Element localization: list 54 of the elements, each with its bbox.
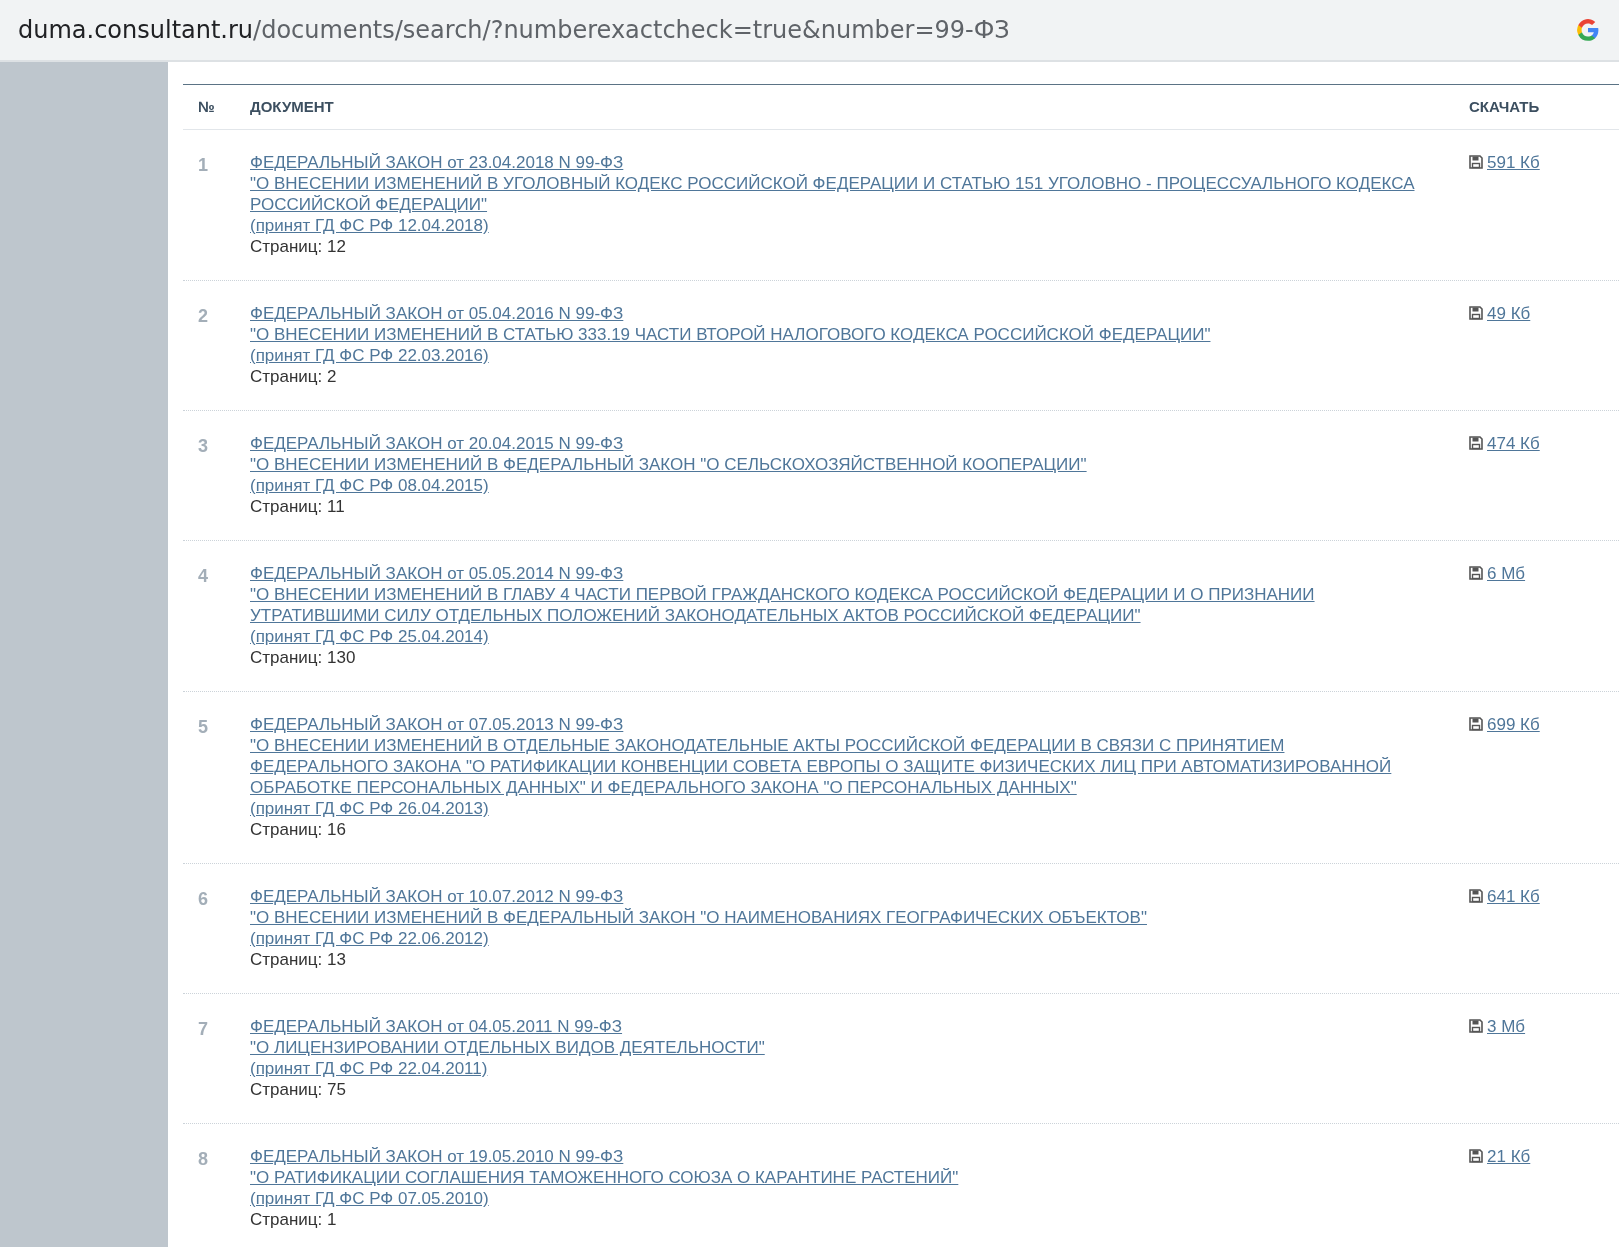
download-link[interactable]: 6 Мб xyxy=(1487,564,1526,583)
page-count: Страниц: 1 xyxy=(250,1209,337,1230)
column-header: СКАЧАТЬ xyxy=(1469,98,1540,115)
document-title-link[interactable]: ФЕДЕРАЛЬНЫЙ ЗАКОН от 05.04.2016 N 99-ФЗ xyxy=(250,303,624,324)
download-link[interactable]: 49 Кб xyxy=(1487,304,1531,323)
row-number: 8 xyxy=(198,1148,208,1170)
download-link[interactable]: 474 Кб xyxy=(1487,434,1540,453)
google-g-icon[interactable] xyxy=(1575,17,1601,43)
page-count: Страниц: 11 xyxy=(250,496,345,517)
address-bar[interactable]: duma.consultant.ru/documents/search/?numberexactcheck=true&number=99-ФЗ xyxy=(0,0,1619,62)
document-title-link[interactable]: ФЕДЕРАЛЬНЫЙ ЗАКОН от 05.05.2014 N 99-ФЗ xyxy=(250,563,624,584)
row-number: 1 xyxy=(198,154,208,176)
download-link[interactable]: 21 Кб xyxy=(1487,1147,1531,1166)
page-count: Страниц: 16 xyxy=(250,819,346,840)
adoption-date-link[interactable]: (принят ГД ФС РФ 22.06.2012) xyxy=(250,928,489,949)
adoption-date-link[interactable]: (принят ГД ФС РФ 07.05.2010) xyxy=(250,1188,489,1209)
download-link[interactable]: 3 Мб xyxy=(1487,1017,1526,1036)
document-title-link[interactable]: ФЕДЕРАЛЬНЫЙ ЗАКОН от 07.05.2013 N 99-ФЗ xyxy=(250,714,624,735)
page-count: Страниц: 2 xyxy=(250,366,337,387)
column-header: ДОКУМЕНТ xyxy=(250,98,334,115)
row-number: 7 xyxy=(198,1018,208,1040)
document-subject-link[interactable]: "О ВНЕСЕНИИ ИЗМЕНЕНИЙ В ФЕДЕРАЛЬНЫЙ ЗАКОН "О НАИМЕНОВАНИЯХ ГЕОГРАФИЧЕСКИХ ОБЪЕКТОВ" xyxy=(250,907,1147,928)
download-link[interactable]: 641 Кб xyxy=(1487,887,1540,906)
adoption-date-link[interactable]: (принят ГД ФС РФ 12.04.2018) xyxy=(250,215,489,236)
row-number: 2 xyxy=(198,305,208,327)
adoption-date-link[interactable]: (принят ГД ФС РФ 22.03.2016) xyxy=(250,345,489,366)
row-number: 3 xyxy=(198,435,208,457)
row-number: 5 xyxy=(198,716,208,738)
row-number: 6 xyxy=(198,888,208,910)
adoption-date-link[interactable]: (принят ГД ФС РФ 25.04.2014) xyxy=(250,626,489,647)
download-link[interactable]: 591 Кб xyxy=(1487,153,1540,172)
document-subject-link[interactable]: "О ВНЕСЕНИИ ИЗМЕНЕНИЙ В ФЕДЕРАЛЬНЫЙ ЗАКОН "О СЕЛЬСКОХОЗЯЙСТВЕННОЙ КООПЕРАЦИИ" xyxy=(250,454,1087,475)
column-header: № xyxy=(198,98,215,115)
document-subject-link[interactable]: "О ВНЕСЕНИИ ИЗМЕНЕНИЙ В СТАТЬЮ 333.19 ЧАСТИ ВТОРОЙ НАЛОГОВОГО КОДЕКСА РОССИЙСКОЙ ФЕДЕРАЦИИ" xyxy=(250,324,1211,345)
document-title-link[interactable]: ФЕДЕРАЛЬНЫЙ ЗАКОН от 10.07.2012 N 99-ФЗ xyxy=(250,886,624,907)
page-count: Страниц: 13 xyxy=(250,949,346,970)
row-number: 4 xyxy=(198,565,208,587)
url-text[interactable]: duma.consultant.ru/documents/search/?numberexactcheck=true&number=99-ФЗ xyxy=(18,12,1010,48)
document-title-link[interactable]: ФЕДЕРАЛЬНЫЙ ЗАКОН от 19.05.2010 N 99-ФЗ xyxy=(250,1146,624,1167)
page-count: Страниц: 75 xyxy=(250,1079,346,1100)
document-subject-link[interactable]: "О ВНЕСЕНИИ ИЗМЕНЕНИЙ В ОТДЕЛЬНЫЕ ЗАКОНОДАТЕЛЬНЫЕ АКТЫ РОССИЙСКОЙ ФЕДЕРАЦИИ В СВЯЗИ С ПРИНЯТИЕМ ФЕДЕРАЛЬНОГО ЗАКОНА "О РАТИФИКАЦИИ КОНВЕНЦИИ СОВЕТА ЕВРОПЫ О ЗАЩИТЕ ФИЗИЧЕСКИХ ЛИЦ ПРИ АВТОМАТИЗИРОВАННОЙ ОБРАБОТКЕ ПЕРСОНАЛЬНЫХ ДАННЫХ" И ФЕДЕРАЛЬНОГО ЗАКОНА "О ПЕРСОНАЛЬНЫХ ДАННЫХ" xyxy=(250,735,1419,798)
download-link[interactable]: 699 Кб xyxy=(1487,715,1540,734)
document-subject-link[interactable]: "О ВНЕСЕНИИ ИЗМЕНЕНИЙ В ГЛАВУ 4 ЧАСТИ ПЕРВОЙ ГРАЖДАНСКОГО КОДЕКСА РОССИЙСКОЙ ФЕДЕРАЦИИ И О ПРИЗНАНИИ УТРАТИВШИМИ СИЛУ ОТДЕЛЬНЫХ ПОЛОЖЕНИЙ ЗАКОНОДАТЕЛЬНЫХ АКТОВ РОССИЙСКОЙ ФЕДЕРАЦИИ" xyxy=(250,584,1419,626)
document-title-link[interactable]: ФЕДЕРАЛЬНЫЙ ЗАКОН от 04.05.2011 N 99-ФЗ xyxy=(250,1016,623,1037)
document-title-link[interactable]: ФЕДЕРАЛЬНЫЙ ЗАКОН от 20.04.2015 N 99-ФЗ xyxy=(250,433,624,454)
adoption-date-link[interactable]: (принят ГД ФС РФ 26.04.2013) xyxy=(250,798,489,819)
page-count: Страниц: 130 xyxy=(250,647,356,668)
adoption-date-link[interactable]: (принят ГД ФС РФ 22.04.2011) xyxy=(250,1058,488,1079)
document-title-link[interactable]: ФЕДЕРАЛЬНЫЙ ЗАКОН от 23.04.2018 N 99-ФЗ xyxy=(250,152,624,173)
document-subject-link[interactable]: "О РАТИФИКАЦИИ СОГЛАШЕНИЯ ТАМОЖЕННОГО СОЮЗА О КАРАНТИНЕ РАСТЕНИЙ" xyxy=(250,1167,959,1188)
document-subject-link[interactable]: "О ЛИЦЕНЗИРОВАНИИ ОТДЕЛЬНЫХ ВИДОВ ДЕЯТЕЛЬНОСТИ" xyxy=(250,1037,765,1058)
page-count: Страниц: 12 xyxy=(250,236,346,257)
document-subject-link[interactable]: "О ВНЕСЕНИИ ИЗМЕНЕНИЙ В УГОЛОВНЫЙ КОДЕКС РОССИЙСКОЙ ФЕДЕРАЦИИ И СТАТЬЮ 151 УГОЛОВНО - ПРОЦЕССУАЛЬНОГО КОДЕКСА РОССИЙСКОЙ ФЕДЕРАЦИИ" xyxy=(250,173,1419,215)
adoption-date-link[interactable]: (принят ГД ФС РФ 08.04.2015) xyxy=(250,475,489,496)
